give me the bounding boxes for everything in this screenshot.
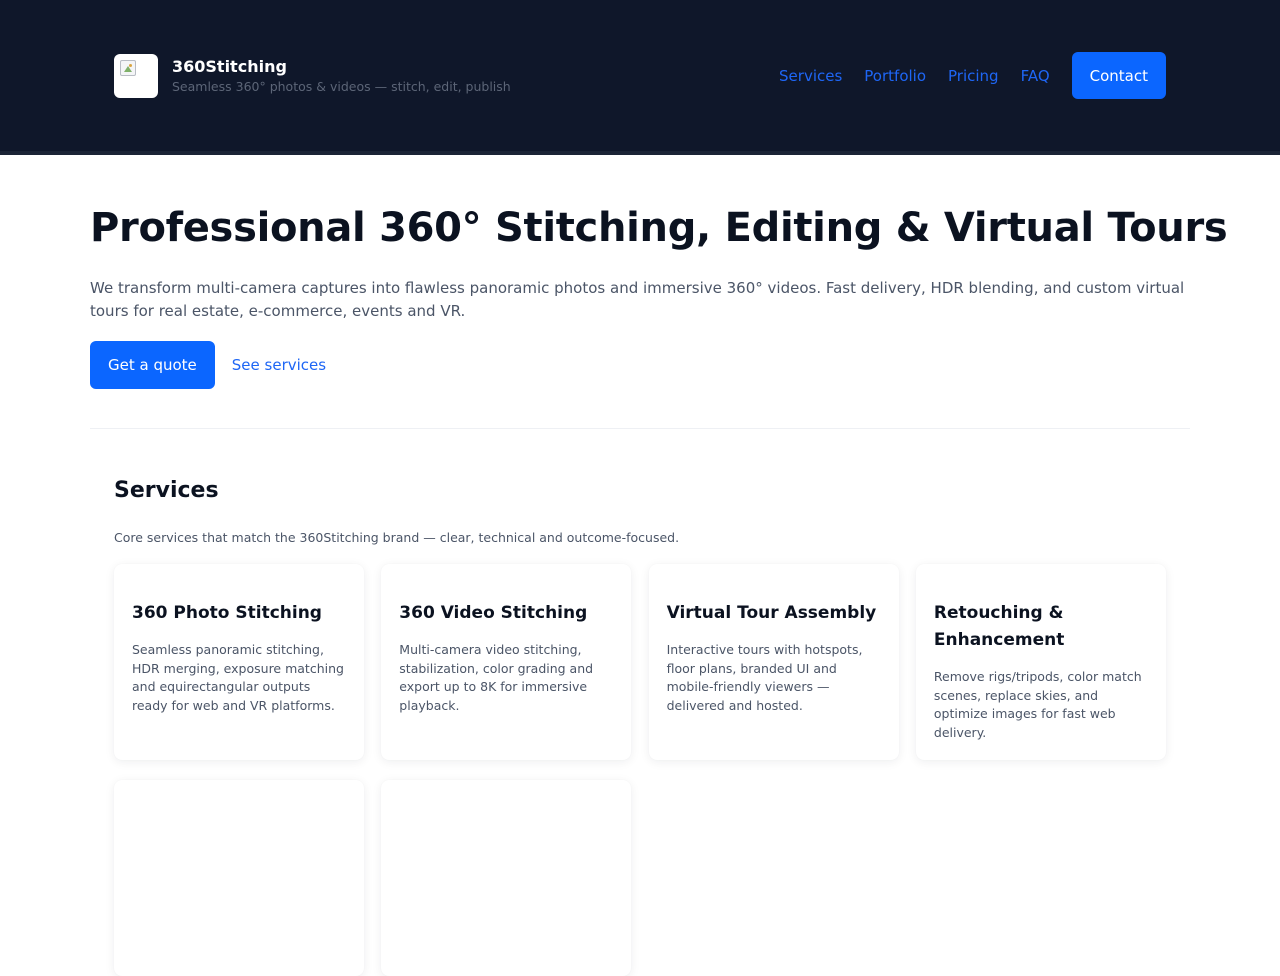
card-description: Multi-camera video stitching, stabilizat… <box>399 642 594 714</box>
brand-name[interactable]: 360Stitching <box>172 58 511 76</box>
card-description: Seamless panoramic stitching, HDR mergin… <box>132 642 344 714</box>
service-card-retouching: Retouching & Enhancement Remove rigs/tri… <box>915 564 1166 760</box>
main-nav: Services Portfolio Pricing FAQ Contact <box>779 52 1166 99</box>
services-section: Services Core services that match the 36… <box>114 475 1166 976</box>
section-divider <box>90 428 1190 429</box>
brand-text: 360Stitching Seamless 360° photos & vide… <box>172 58 511 95</box>
service-card-virtual-tour: Virtual Tour Assembly Interactive tours … <box>648 564 899 760</box>
get-quote-button[interactable]: Get a quote <box>90 341 215 389</box>
hero-title: Professional 360° Stitching, Editing & V… <box>90 205 1228 251</box>
nav-portfolio[interactable]: Portfolio <box>864 67 926 85</box>
card-title: Virtual Tour Assembly <box>666 603 877 623</box>
contact-button[interactable]: Contact <box>1071 52 1166 99</box>
see-services-link[interactable]: See services <box>232 356 326 374</box>
logo[interactable] <box>114 54 158 98</box>
card-description: Interactive tours with hotspots, floor p… <box>666 642 863 714</box>
service-card-partial <box>381 780 632 976</box>
service-card-video-stitching: 360 Video Stitching Multi-camera video s… <box>381 564 632 760</box>
card-title: 360 Video Stitching <box>399 603 588 623</box>
nav-services[interactable]: Services <box>779 67 842 85</box>
hero-subtitle: We transform multi-camera captures into … <box>90 279 1185 320</box>
card-title: Retouching & Enhancement <box>933 603 1065 650</box>
service-cards: 360 Photo Stitching Seamless panoramic s… <box>114 564 1166 976</box>
hero-actions: Get a quote See services <box>90 341 1190 389</box>
brand-tagline: Seamless 360° photos & videos — stitch, … <box>172 79 511 94</box>
hero: Professional 360° Stitching, Editing & V… <box>90 200 1228 389</box>
brand[interactable]: 360Stitching Seamless 360° photos & vide… <box>114 54 511 98</box>
broken-image-icon <box>120 60 136 76</box>
nav-pricing[interactable]: Pricing <box>948 67 999 85</box>
nav-faq[interactable]: FAQ <box>1021 67 1050 85</box>
services-title: Services <box>114 478 219 503</box>
card-title: 360 Photo Stitching <box>132 603 322 623</box>
card-description: Remove rigs/tripods, color match scenes,… <box>933 669 1142 741</box>
site-header: 360Stitching Seamless 360° photos & vide… <box>0 0 1280 155</box>
service-card-partial <box>114 780 364 976</box>
service-card-photo-stitching: 360 Photo Stitching Seamless panoramic s… <box>114 564 364 760</box>
services-subtitle: Core services that match the 360Stitchin… <box>114 530 680 545</box>
